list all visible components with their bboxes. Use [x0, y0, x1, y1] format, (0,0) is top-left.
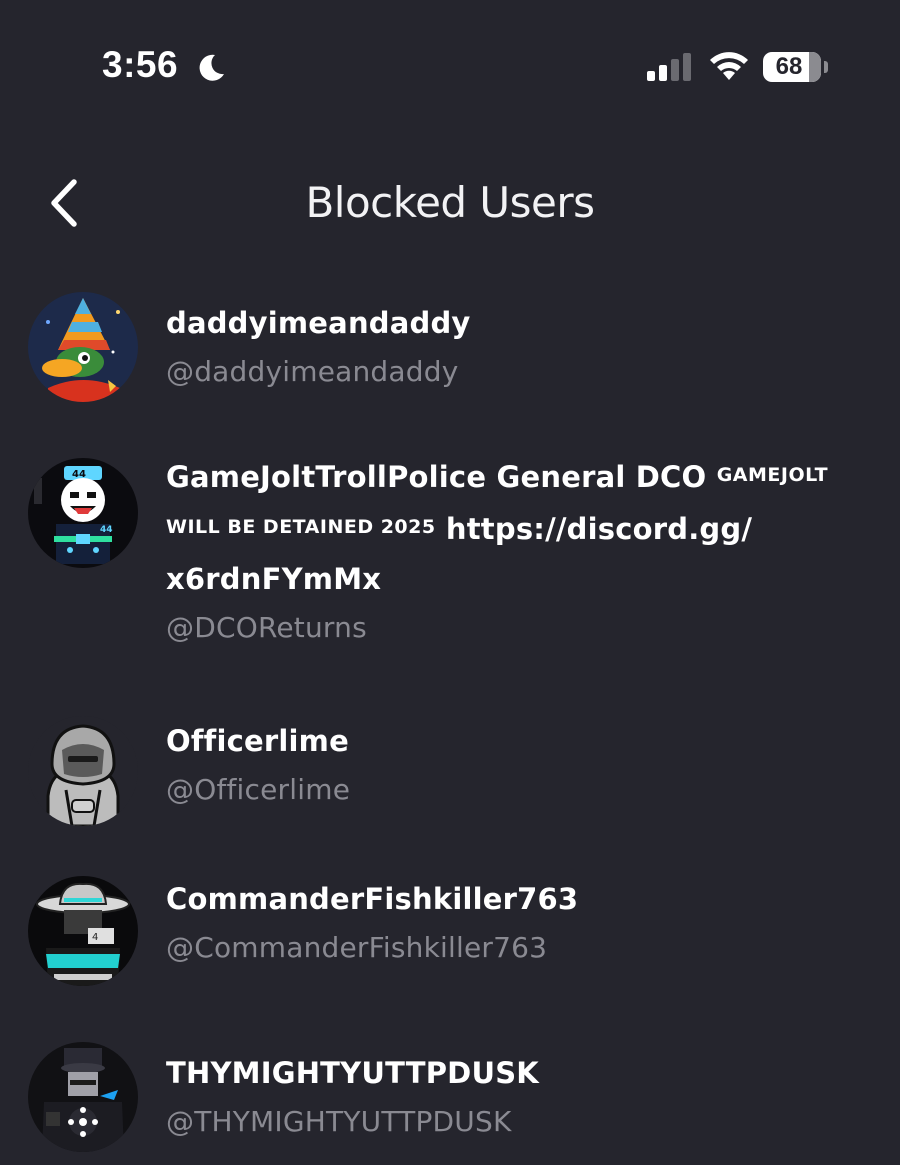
user-handle: @CommanderFishkiller763	[166, 931, 548, 964]
back-button[interactable]	[40, 176, 90, 230]
chevron-left-icon	[51, 179, 77, 227]
cowboy-commander-avatar: 4	[28, 876, 138, 986]
cellular-signal-icon	[647, 53, 691, 81]
user-handle: @DCOReturns	[166, 611, 367, 644]
smiley-officer-avatar: 44 44	[28, 458, 138, 568]
user-row[interactable]: 4 CommanderFishkiller763 @CommanderFishk…	[0, 874, 900, 994]
status-bar: 3:56 68	[0, 0, 900, 140]
user-handle: @daddyimeandaddy	[166, 355, 459, 388]
navigation-bar: Blocked Users	[0, 160, 900, 246]
user-handle: @THYMIGHTYUTTPDUSK	[166, 1105, 512, 1138]
user-row[interactable]: THYMIGHTYUTTPDUSK @THYMIGHTYUTTPDUSK	[0, 1040, 900, 1160]
user-handle: @Officerlime	[166, 773, 351, 806]
user-display-name: Officerlime	[166, 724, 349, 758]
battery-level: 68	[775, 53, 803, 80]
user-display-name: GameJoltTrollPolice General DCO GAMEJOLT…	[166, 460, 829, 596]
dark-officer-avatar	[28, 1042, 138, 1152]
user-row[interactable]: daddyimeandaddy @daddyimeandaddy	[0, 290, 900, 410]
battery-nub	[824, 61, 828, 73]
wifi-icon	[710, 52, 748, 80]
svg-text:4: 4	[92, 932, 98, 943]
page-title: Blocked Users	[305, 178, 595, 227]
user-display-name: CommanderFishkiller763	[166, 882, 579, 916]
user-row[interactable]: 44 44 GameJoltTrollPolice General DCO GA…	[0, 456, 900, 656]
hooded-figure-avatar	[28, 716, 138, 826]
svg-text:44: 44	[100, 525, 113, 535]
user-display-name: THYMIGHTYUTTPDUSK	[166, 1056, 539, 1090]
user-display-name: daddyimeandaddy	[166, 306, 471, 340]
duck-wizard-avatar	[28, 292, 138, 402]
status-time: 3:56	[102, 44, 179, 85]
battery-indicator: 68	[763, 52, 821, 82]
moon-icon	[199, 54, 224, 81]
user-row[interactable]: Officerlime @Officerlime	[0, 708, 900, 828]
